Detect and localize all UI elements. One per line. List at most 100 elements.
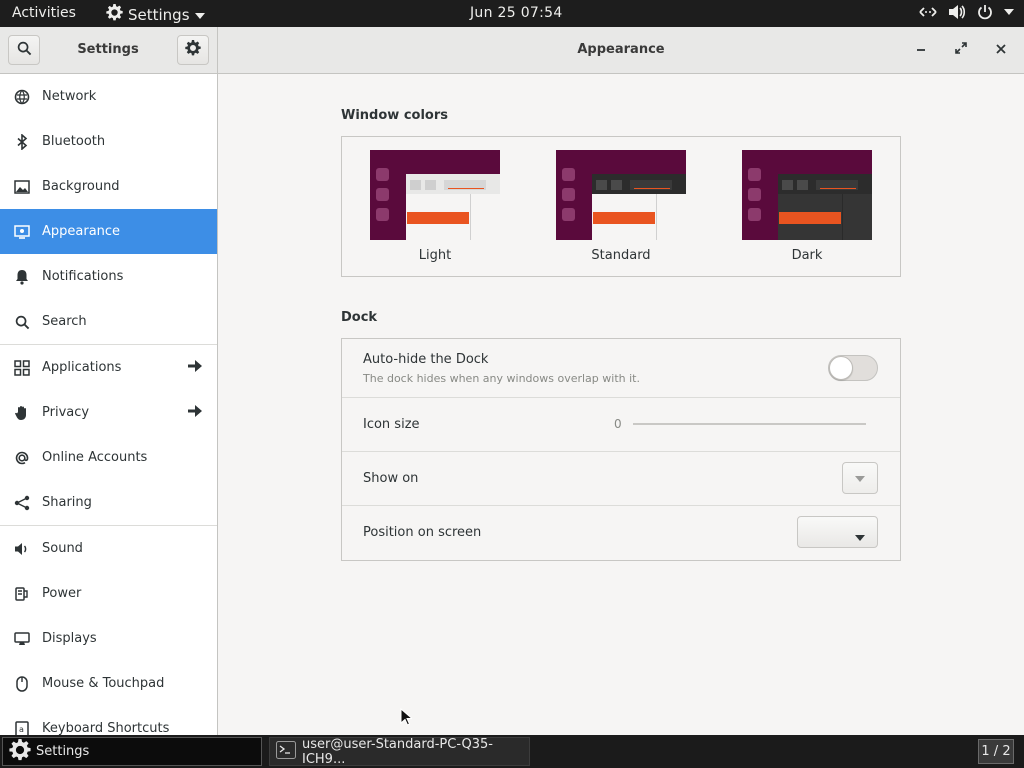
sidebar-item-sharing[interactable]: Sharing — [0, 480, 217, 525]
task-label: user@user-Standard-PC-Q35-ICH9... — [302, 736, 493, 767]
app-menu[interactable]: Settings — [106, 4, 205, 25]
position-row: Position on screen — [342, 506, 900, 560]
minimize-button[interactable] — [911, 40, 931, 60]
theme-standard[interactable]: Standard — [556, 150, 686, 263]
header-bar: Settings Appearance — [0, 27, 1024, 74]
sidebar-item-label: Privacy — [42, 405, 90, 420]
menu-button[interactable] — [177, 35, 209, 65]
share-icon — [13, 494, 31, 512]
theme-label: Dark — [791, 248, 823, 263]
svg-text:a: a — [19, 725, 24, 734]
icon-size-slider[interactable] — [633, 423, 866, 425]
taskbar: Settings user@user-Standard-PC-Q35-ICH9.… — [0, 735, 1024, 768]
sidebar-item-label: Bluetooth — [42, 134, 106, 149]
sidebar-item-applications[interactable]: Applications — [0, 345, 217, 390]
chevron-down-icon — [855, 530, 865, 545]
restore-icon — [955, 42, 967, 58]
chevron-down-icon — [194, 6, 205, 24]
sidebar-item-online-accounts[interactable]: Online Accounts — [0, 435, 217, 480]
settings-window: Settings Appearance Network Bluetooth Ba… — [0, 27, 1024, 735]
sidebar-item-label: Online Accounts — [42, 450, 148, 465]
sidebar-item-appearance[interactable]: Appearance — [0, 209, 217, 254]
sidebar-item-power[interactable]: Power — [0, 571, 217, 616]
sidebar-item-label: Network — [42, 89, 97, 104]
task-settings[interactable]: Settings — [2, 737, 262, 766]
power-icon — [977, 4, 993, 20]
sidebar-item-label: Power — [42, 586, 82, 601]
speaker-icon — [13, 540, 31, 558]
sidebar-item-notifications[interactable]: Notifications — [0, 254, 217, 299]
position-label: Position on screen — [363, 525, 482, 540]
theme-light[interactable]: Light — [370, 150, 500, 263]
window-colors-box: Light Standard Dark — [341, 136, 901, 277]
autohide-row: Auto-hide the Dock The dock hides when a… — [342, 339, 900, 398]
search-icon — [13, 313, 31, 331]
dock-settings-box: Auto-hide the Dock The dock hides when a… — [341, 338, 901, 561]
toggle-knob — [829, 356, 853, 380]
sidebar-item-label: Displays — [42, 631, 97, 646]
network-wired-icon — [919, 5, 937, 19]
theme-label: Standard — [591, 248, 651, 263]
app-menu-label: Settings — [128, 5, 190, 24]
chevron-down-icon — [855, 471, 865, 486]
sidebar-item-label: Sharing — [42, 495, 92, 510]
sidebar-item-label: Applications — [42, 360, 122, 375]
system-tray[interactable] — [919, 4, 1014, 20]
sidebar-header: Settings — [0, 27, 218, 73]
appearance-panel: Window colors Light Standard Dark Dock A… — [219, 74, 1024, 735]
sidebar-item-bluetooth[interactable]: Bluetooth — [0, 119, 217, 164]
sidebar: Network Bluetooth Background Appearance … — [0, 74, 218, 735]
chevron-down-icon — [1004, 8, 1014, 16]
autohide-toggle[interactable] — [828, 355, 878, 381]
theme-label: Light — [418, 248, 452, 263]
mouse-pointer-icon — [400, 707, 414, 730]
icon-size-label: Icon size — [363, 417, 420, 432]
icon-size-row: Icon size 0 — [342, 398, 900, 452]
apps-grid-icon — [13, 359, 31, 377]
show-on-row: Show on — [342, 452, 900, 506]
background-icon — [13, 178, 31, 196]
sidebar-item-displays[interactable]: Displays — [0, 616, 217, 661]
restore-button[interactable] — [951, 40, 971, 60]
sidebar-item-mouse-touchpad[interactable]: Mouse & Touchpad — [0, 661, 217, 706]
sidebar-item-label: Search — [42, 314, 87, 329]
sidebar-item-sound[interactable]: Sound — [0, 526, 217, 571]
sidebar-item-label: Notifications — [42, 269, 124, 284]
bluetooth-icon — [13, 133, 31, 151]
page-title: Appearance — [577, 42, 665, 57]
sidebar-item-label: Sound — [42, 541, 83, 556]
keyboard-icon: a — [13, 720, 31, 735]
dock-heading: Dock — [341, 310, 378, 325]
theme-dark-preview — [742, 150, 872, 240]
sidebar-item-network[interactable]: Network — [0, 74, 217, 119]
sidebar-item-privacy[interactable]: Privacy — [0, 390, 217, 435]
terminal-icon — [276, 740, 296, 763]
hand-icon — [13, 404, 31, 422]
sidebar-item-label: Keyboard Shortcuts — [42, 721, 170, 735]
sidebar-item-background[interactable]: Background — [0, 164, 217, 209]
sidebar-item-search[interactable]: Search — [0, 299, 217, 344]
window-colors-heading: Window colors — [341, 108, 448, 123]
position-dropdown[interactable] — [797, 516, 878, 548]
sidebar-item-label: Background — [42, 179, 120, 194]
show-on-dropdown[interactable] — [842, 462, 878, 494]
icon-size-value: 0 — [614, 417, 622, 431]
sidebar-item-label: Mouse & Touchpad — [42, 676, 165, 691]
close-button[interactable] — [991, 40, 1011, 60]
workspace-switcher[interactable]: 1 / 2 — [978, 739, 1014, 764]
theme-dark[interactable]: Dark — [742, 150, 872, 263]
network-icon — [13, 88, 31, 106]
activities-button[interactable]: Activities — [12, 5, 76, 21]
arrow-right-icon — [188, 405, 202, 421]
bell-icon — [13, 268, 31, 286]
top-bar: Activities Settings Jun 25 07:54 — [0, 0, 1024, 27]
sidebar-item-keyboard-shortcuts[interactable]: a Keyboard Shortcuts — [0, 706, 217, 735]
power-plug-icon — [13, 585, 31, 603]
gear-icon — [106, 4, 123, 25]
task-terminal[interactable]: user@user-Standard-PC-Q35-ICH9... — [269, 736, 530, 767]
at-sign-icon — [13, 449, 31, 467]
gear-icon — [185, 40, 201, 60]
autohide-description: The dock hides when any windows overlap … — [363, 372, 640, 385]
clock[interactable]: Jun 25 07:54 — [470, 5, 563, 21]
volume-icon — [948, 4, 966, 20]
